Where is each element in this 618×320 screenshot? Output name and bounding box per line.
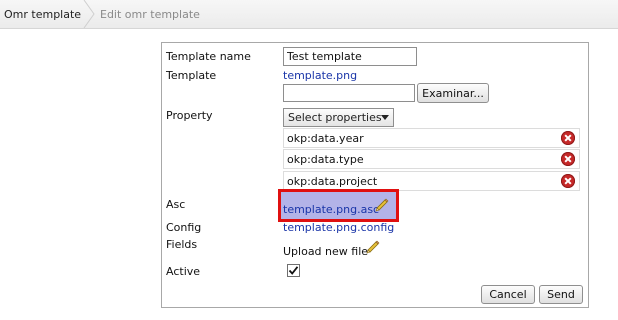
chevron-down-icon bbox=[381, 115, 389, 120]
breadcrumb-item-omr-template[interactable]: Omr template bbox=[4, 8, 81, 21]
property-item: okp:data.project bbox=[283, 171, 580, 191]
pencil-icon[interactable] bbox=[365, 239, 381, 255]
config-label: Config bbox=[166, 221, 202, 234]
remove-x-icon[interactable] bbox=[561, 131, 575, 145]
property-item: okp:data.year bbox=[283, 128, 580, 148]
config-file-link[interactable]: template.png.config bbox=[283, 221, 394, 234]
active-checkbox[interactable] bbox=[287, 264, 300, 277]
fields-label: Fields bbox=[166, 238, 198, 251]
cancel-button[interactable]: Cancel bbox=[481, 285, 535, 304]
select-properties-dropdown[interactable]: Select properties bbox=[283, 108, 394, 127]
active-label: Active bbox=[166, 265, 201, 278]
asc-label: Asc bbox=[166, 198, 186, 211]
property-label: Property bbox=[166, 109, 213, 122]
property-item-label: okp:data.project bbox=[287, 175, 378, 188]
template-label: Template bbox=[166, 69, 217, 82]
browse-button[interactable]: Examinar... bbox=[417, 83, 489, 103]
property-item: okp:data.type bbox=[283, 149, 580, 169]
property-item-label: okp:data.year bbox=[287, 132, 364, 145]
select-properties-label: Select properties bbox=[288, 111, 382, 124]
remove-x-icon[interactable] bbox=[561, 174, 575, 188]
template-name-input[interactable] bbox=[283, 47, 417, 66]
upload-new-file-text: Upload new file bbox=[283, 245, 369, 258]
breadcrumb-item-edit-omr-template: Edit omr template bbox=[100, 8, 200, 21]
checkmark-icon bbox=[288, 266, 299, 275]
property-item-label: okp:data.type bbox=[287, 153, 364, 166]
template-file-input[interactable] bbox=[283, 84, 415, 102]
template-file-link[interactable]: template.png bbox=[283, 69, 357, 82]
template-name-label: Template name bbox=[166, 50, 251, 63]
breadcrumb: Omr template Edit omr template bbox=[0, 0, 618, 29]
asc-file-link[interactable]: template.png.asc bbox=[283, 203, 379, 216]
send-button[interactable]: Send bbox=[539, 285, 583, 304]
pencil-icon[interactable] bbox=[374, 197, 390, 213]
remove-x-icon[interactable] bbox=[561, 152, 575, 166]
breadcrumb-separator-icon bbox=[83, 0, 95, 28]
